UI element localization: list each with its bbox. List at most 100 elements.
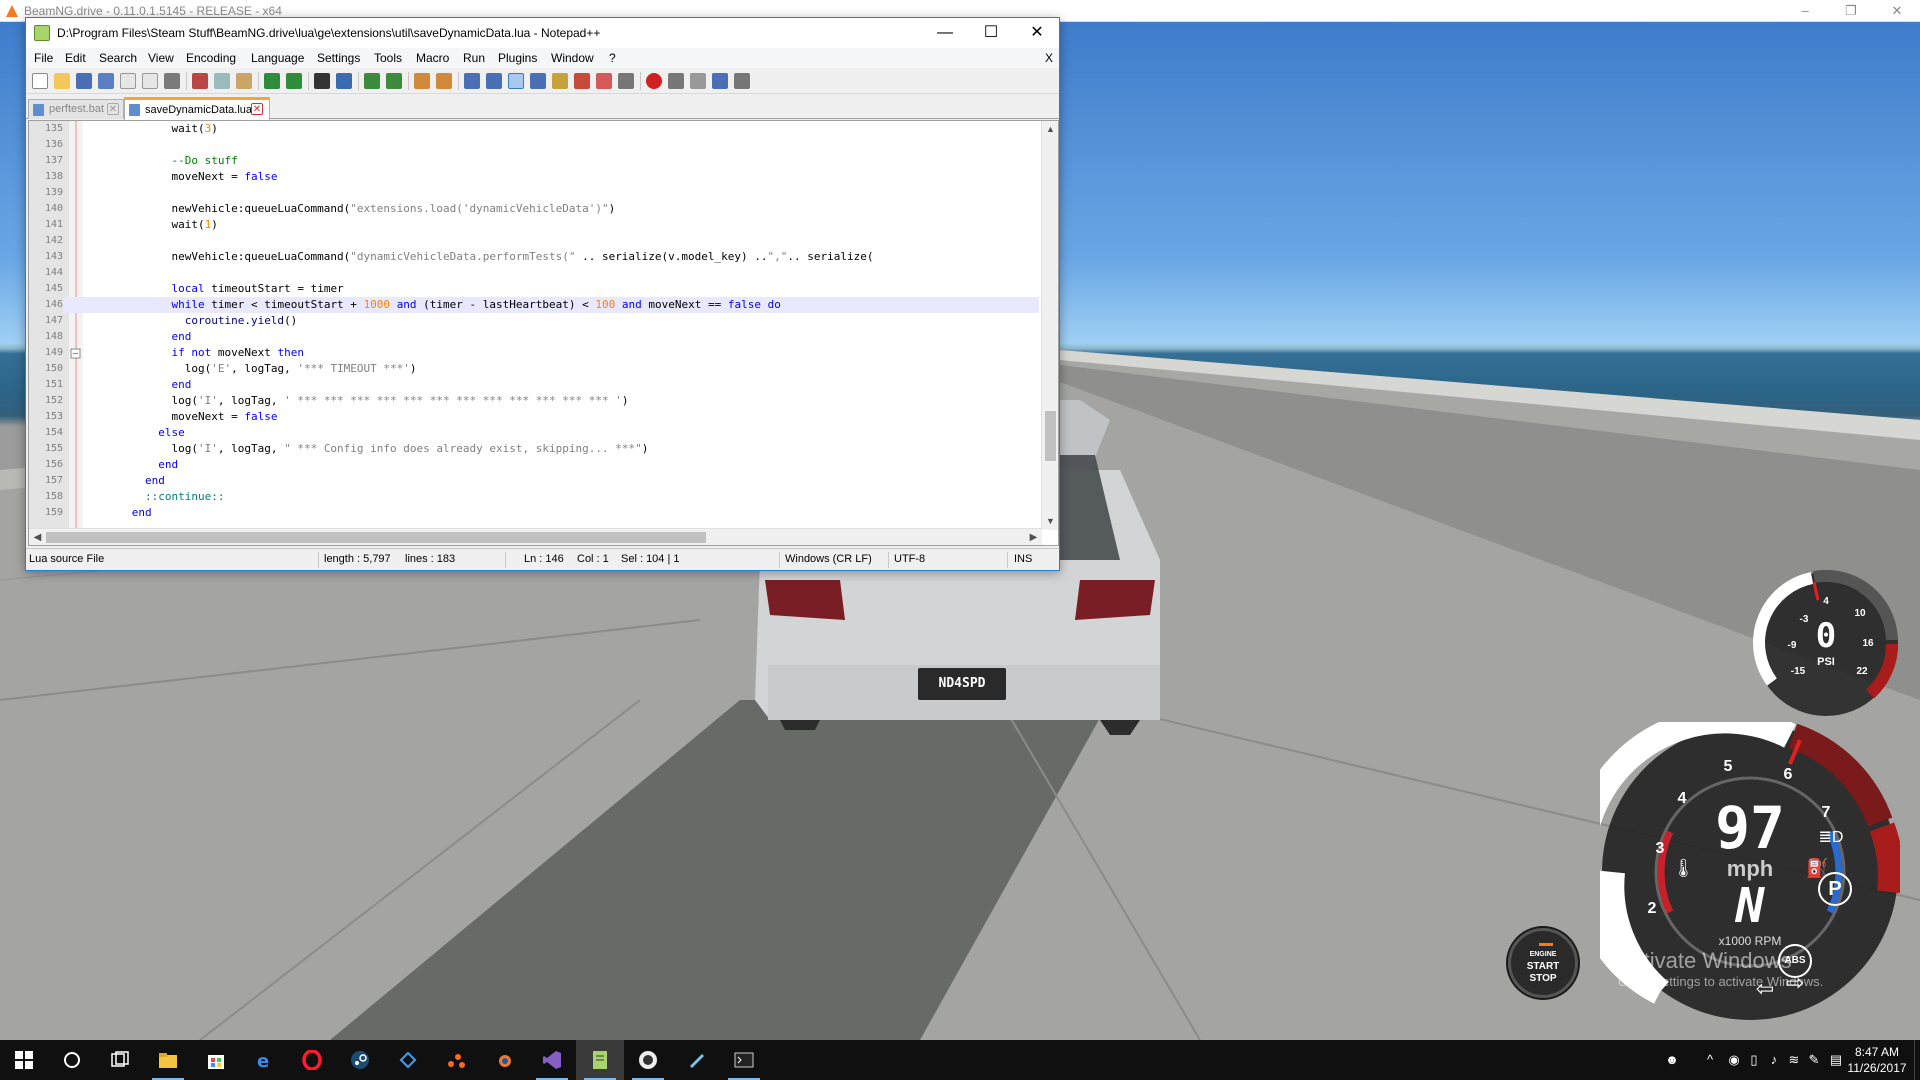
menu-macro[interactable]: Macro [416,51,449,65]
taskbar-store[interactable] [192,1040,240,1080]
menu-plugins[interactable]: Plugins [498,51,537,65]
code-line[interactable]: 141 wait(1) [29,217,1039,233]
record-macro-icon[interactable] [646,73,662,89]
code-text[interactable]: log('E', logTag, '*** TIMEOUT ***') [92,361,417,377]
people-icon[interactable]: ☻ [1664,1052,1680,1068]
code-text[interactable]: while timer < timeoutStart + 1000 and (t… [92,297,780,313]
code-editor[interactable]: 135 wait(3) 136 137 --Do stuff 138 moveNext… [28,120,1059,546]
code-line[interactable]: 144 [29,265,1039,281]
menu-run[interactable]: Run [463,51,485,65]
udl-icon[interactable] [530,73,546,89]
engine-start-stop-button[interactable]: ENGINE START STOP [1508,928,1578,998]
new-file-icon[interactable] [32,73,48,89]
function-list-icon[interactable] [574,73,590,89]
undo-icon[interactable] [264,73,280,89]
scroll-right-icon[interactable]: ▶ [1025,529,1042,545]
folder-workspace-icon[interactable] [596,73,612,89]
scroll-left-icon[interactable]: ◀ [29,529,46,545]
code-text[interactable]: moveNext = false [92,169,277,185]
system-clock[interactable]: 8:47 AM 11/26/2017 [1842,1044,1912,1076]
menu-tools[interactable]: Tools [374,51,402,65]
code-line[interactable]: 147 coroutine.yield() [29,313,1039,329]
taskbar-notepadpp[interactable] [576,1040,624,1080]
horizontal-scrollbar[interactable]: ◀ ▶ [29,528,1042,545]
find-icon[interactable] [314,73,330,89]
pen-icon[interactable]: ✎ [1806,1052,1822,1068]
menu-help[interactable]: ? [609,51,616,65]
menu-search[interactable]: Search [99,51,137,65]
code-text[interactable]: coroutine.yield() [92,313,298,329]
code-text[interactable]: end [92,329,191,345]
code-text[interactable]: wait(1) [92,217,217,233]
npp-minimize-button[interactable]: — [922,18,968,48]
taskbar-file-explorer[interactable] [144,1040,192,1080]
code-line[interactable]: 138 moveNext = false [29,169,1039,185]
scroll-thumb-h[interactable] [46,532,706,543]
taskbar-app-orange[interactable] [432,1040,480,1080]
npp-close-button[interactable]: ✕ [1014,18,1060,48]
scroll-thumb[interactable] [1045,411,1056,461]
steam-tray-icon[interactable]: ◉ [1726,1052,1742,1068]
close-all-icon[interactable] [142,73,158,89]
code-line[interactable]: 154 else [29,425,1039,441]
code-line[interactable]: 157 end [29,473,1039,489]
taskbar-terminal[interactable] [720,1040,768,1080]
npp-maximize-button[interactable]: ☐ [968,18,1014,48]
scroll-down-icon[interactable]: ▼ [1042,513,1058,530]
cut-icon[interactable] [192,73,208,89]
zoom-out-icon[interactable] [386,73,402,89]
show-all-chars-icon[interactable] [486,73,502,89]
menu-edit[interactable]: Edit [65,51,86,65]
tab-savedynamicdata[interactable]: saveDynamicData.lua ✕ [124,97,270,120]
code-line[interactable]: 159 end [29,505,1039,521]
show-hidden-icons[interactable]: ^ [1702,1052,1718,1068]
taskbar-edge[interactable]: e [240,1040,288,1080]
code-line[interactable]: 152 log('I', logTag, ' *** *** *** *** *… [29,393,1039,409]
tab-close-icon[interactable]: ✕ [251,103,263,115]
code-text[interactable]: --Do stuff [92,153,237,169]
code-text[interactable]: end [92,377,191,393]
zoom-in-icon[interactable] [364,73,380,89]
play-macro-icon[interactable] [690,73,706,89]
code-line[interactable]: 153 moveNext = false [29,409,1039,425]
code-text[interactable]: log('I', logTag, " *** Config info does … [92,441,648,457]
game-close-button[interactable]: ✕ [1874,0,1920,22]
code-line[interactable]: 135 wait(3) [29,121,1039,137]
menu-view[interactable]: View [148,51,174,65]
code-text[interactable]: else [92,425,185,441]
scroll-up-icon[interactable]: ▲ [1042,121,1058,138]
show-desktop-button[interactable] [1914,1040,1920,1080]
code-text[interactable]: end [92,473,165,489]
sync-vertical-icon[interactable] [414,73,430,89]
code-line[interactable]: 148 end [29,329,1039,345]
menu-settings[interactable]: Settings [317,51,360,65]
menu-encoding[interactable]: Encoding [186,51,236,65]
save-icon[interactable] [76,73,92,89]
doc-map-icon[interactable] [552,73,568,89]
code-text[interactable]: wait(3) [92,121,217,137]
code-text[interactable]: end [92,505,152,521]
cortana-button[interactable] [48,1040,96,1080]
save-macro-icon[interactable] [734,73,750,89]
tab-perftest[interactable]: perftest.bat ✕ [28,99,124,119]
taskbar-app-blue[interactable] [384,1040,432,1080]
taskbar-beamng[interactable] [624,1040,672,1080]
redo-icon[interactable] [286,73,302,89]
menu-file[interactable]: File [34,51,53,65]
code-text[interactable]: newVehicle:queueLuaCommand("extensions.l… [92,201,615,217]
code-line[interactable]: 136 [29,137,1039,153]
monitoring-icon[interactable] [618,73,634,89]
npp-titlebar[interactable]: D:\Program Files\Steam Stuff\BeamNG.driv… [26,18,1059,48]
start-button[interactable] [0,1040,48,1080]
taskbar-notes[interactable] [672,1040,720,1080]
code-text[interactable]: newVehicle:queueLuaCommand("dynamicVehic… [92,249,873,265]
vertical-scrollbar[interactable]: ▲ ▼ [1041,121,1058,530]
code-line[interactable]: 140 newVehicle:queueLuaCommand("extensio… [29,201,1039,217]
code-line[interactable]: 143 newVehicle:queueLuaCommand("dynamicV… [29,249,1039,265]
open-file-icon[interactable] [54,73,70,89]
code-line[interactable]: 158 ::continue:: [29,489,1039,505]
sync-horizontal-icon[interactable] [436,73,452,89]
close-document-button[interactable]: X [1045,51,1053,65]
menu-window[interactable]: Window [551,51,594,65]
taskbar-steam[interactable] [336,1040,384,1080]
